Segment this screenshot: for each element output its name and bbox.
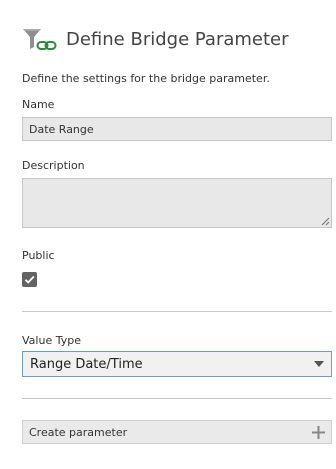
name-input[interactable] xyxy=(22,117,332,141)
value-type-select[interactable]: Range Date/Time xyxy=(22,351,332,377)
public-checkbox[interactable] xyxy=(22,272,37,287)
chevron-down-icon xyxy=(314,361,324,367)
dialog-title: Define Bridge Parameter xyxy=(66,28,289,50)
create-parameter-label: Create parameter xyxy=(29,425,128,439)
value-type-selected: Range Date/Time xyxy=(30,356,143,372)
define-bridge-parameter-panel: Define Bridge Parameter Define the setti… xyxy=(0,0,336,469)
divider xyxy=(22,398,332,399)
create-parameter-button[interactable]: Create parameter xyxy=(22,420,332,444)
name-label: Name xyxy=(22,98,55,111)
intro-text: Define the settings for the bridge param… xyxy=(22,72,270,85)
value-type-label: Value Type xyxy=(22,334,81,347)
dialog-header: Define Bridge Parameter xyxy=(22,24,289,54)
public-label: Public xyxy=(22,249,55,262)
description-field-wrap xyxy=(22,178,332,228)
description-label: Description xyxy=(22,159,85,172)
divider xyxy=(22,311,332,312)
checkmark-icon xyxy=(24,275,35,284)
funnel-chain-icon xyxy=(23,29,57,50)
description-input[interactable] xyxy=(22,178,332,228)
resize-grip-icon[interactable] xyxy=(321,217,330,226)
plus-icon xyxy=(312,425,325,439)
